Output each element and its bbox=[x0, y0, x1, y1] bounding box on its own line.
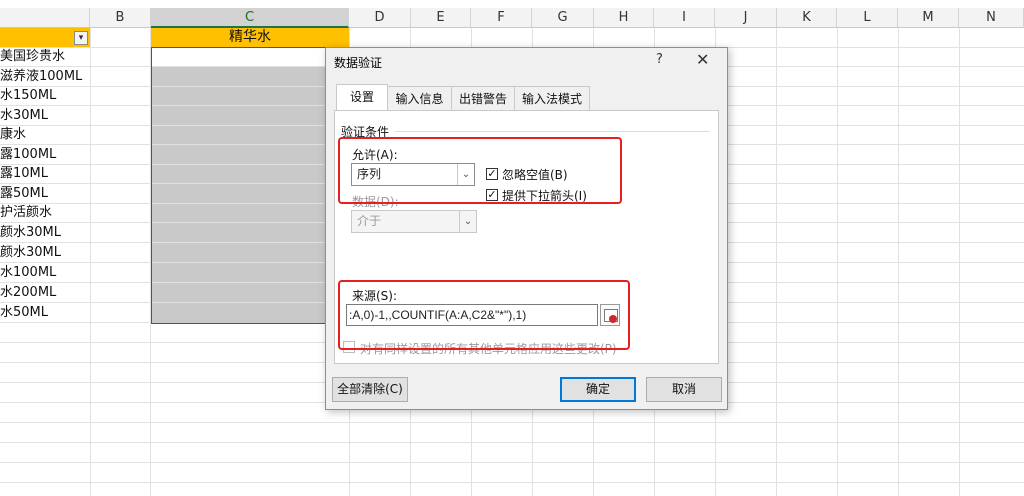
gridline bbox=[0, 462, 1024, 463]
ignore-blank-label: 忽略空值(B) bbox=[502, 168, 568, 182]
dialog-title: 数据验证 bbox=[334, 56, 383, 70]
cell-a-value[interactable]: 露50ML bbox=[0, 184, 89, 203]
gridline bbox=[152, 302, 348, 303]
data-validation-dialog: 数据验证 ? ✕ 设置 输入信息 出错警告 输入法模式 验证条件 允许(A): … bbox=[325, 47, 728, 410]
cell-a-value[interactable]: 水30ML bbox=[0, 106, 89, 125]
apply-all-label: 对有同样设置的所有其他单元格应用这些更改(P) bbox=[360, 342, 617, 356]
settings-panel: 验证条件 允许(A): 序列 ⌄ ✓ 忽略空值(B) ✓ 提供下拉箭头(I) 数… bbox=[334, 110, 719, 364]
cell-a-value[interactable]: 露10ML bbox=[0, 164, 89, 183]
tab-settings[interactable]: 设置 bbox=[336, 84, 388, 111]
column-header-g[interactable]: G bbox=[532, 8, 594, 28]
data-dropdown: 介于 ⌄ bbox=[351, 210, 477, 233]
source-formula-input[interactable]: :A,0)-1,,COUNTIF(A:A,C2&"*"),1) bbox=[346, 304, 598, 326]
column-header-c[interactable]: C bbox=[151, 8, 349, 28]
column-header-a[interactable] bbox=[0, 8, 90, 28]
tab-ime-mode[interactable]: 输入法模式 bbox=[514, 86, 590, 110]
chevron-down-icon: ⌄ bbox=[459, 211, 476, 232]
column-header-i[interactable]: I bbox=[654, 8, 715, 28]
gridline bbox=[152, 242, 348, 243]
column-header-m[interactable]: M bbox=[898, 8, 959, 28]
gridline bbox=[152, 66, 348, 67]
column-header-e[interactable]: E bbox=[411, 8, 471, 28]
column-header-l[interactable]: L bbox=[837, 8, 898, 28]
column-header-k[interactable]: K bbox=[777, 8, 837, 28]
cancel-button[interactable]: 取消 bbox=[646, 377, 722, 402]
column-header-n[interactable]: N bbox=[959, 8, 1024, 28]
tab-error-alert[interactable]: 出错警告 bbox=[451, 86, 515, 110]
cell-a-value[interactable]: 颜水30ML bbox=[0, 243, 89, 262]
column-header-f[interactable]: F bbox=[471, 8, 532, 28]
cell-a-value[interactable]: 露100ML bbox=[0, 145, 89, 164]
cell-a-value[interactable]: 水100ML bbox=[0, 263, 89, 282]
filter-dropdown-icon[interactable]: ▾ bbox=[74, 31, 88, 45]
cell-a-value[interactable]: 颜水30ML bbox=[0, 223, 89, 242]
gridline bbox=[152, 105, 348, 106]
gridline bbox=[152, 203, 348, 204]
group-divider bbox=[395, 131, 710, 132]
gridline bbox=[152, 222, 348, 223]
gridline bbox=[152, 164, 348, 165]
data-value: 介于 bbox=[357, 214, 382, 228]
arrow-glyph bbox=[609, 315, 617, 323]
cell-a-value[interactable]: 水150ML bbox=[0, 86, 89, 105]
ok-button[interactable]: 确定 bbox=[560, 377, 636, 402]
in-cell-dropdown-checkbox[interactable]: ✓ bbox=[486, 189, 498, 201]
column-header-b[interactable]: B bbox=[90, 8, 151, 28]
gridline bbox=[0, 482, 1024, 483]
validation-criteria-label: 验证条件 bbox=[341, 125, 390, 139]
cell-a-value[interactable]: 滋养液100ML bbox=[0, 67, 89, 86]
gridline bbox=[0, 442, 1024, 443]
gridline bbox=[152, 183, 348, 184]
cell-a-value[interactable]: 水50ML bbox=[0, 303, 89, 322]
help-icon[interactable]: ? bbox=[656, 52, 663, 67]
cell-a-value[interactable]: 美国珍贵水 bbox=[0, 47, 89, 66]
tab-input-message[interactable]: 输入信息 bbox=[387, 86, 452, 110]
gridline bbox=[152, 144, 348, 145]
data-label: 数据(D): bbox=[352, 195, 399, 209]
chevron-down-icon: ⌄ bbox=[457, 164, 474, 185]
cell-a-value[interactable]: 水200ML bbox=[0, 283, 89, 302]
column-header-h[interactable]: H bbox=[594, 8, 654, 28]
cell-a-value[interactable]: 护活颜水 bbox=[0, 203, 89, 222]
allow-dropdown[interactable]: 序列 ⌄ bbox=[351, 163, 475, 186]
allow-label: 允许(A): bbox=[352, 148, 398, 162]
in-cell-dropdown-label: 提供下拉箭头(I) bbox=[502, 189, 587, 203]
apply-all-checkbox bbox=[343, 341, 355, 353]
gridline bbox=[152, 125, 348, 126]
allow-value: 序列 bbox=[357, 167, 382, 181]
ignore-blank-checkbox[interactable]: ✓ bbox=[486, 168, 498, 180]
clear-all-button[interactable]: 全部清除(C) bbox=[332, 377, 408, 402]
gridline bbox=[152, 86, 348, 87]
column-c-header-cell[interactable]: 精华水 bbox=[151, 28, 349, 47]
gridline bbox=[152, 282, 348, 283]
active-cell-c2[interactable] bbox=[152, 48, 348, 66]
gridline bbox=[152, 262, 348, 263]
close-icon[interactable]: ✕ bbox=[696, 50, 709, 69]
source-label: 来源(S): bbox=[352, 289, 398, 303]
column-header-d[interactable]: D bbox=[349, 8, 411, 28]
gridline bbox=[0, 422, 1024, 423]
cell-a-value[interactable]: 康水 bbox=[0, 125, 89, 144]
range-select-icon[interactable] bbox=[600, 304, 620, 326]
column-header-j[interactable]: J bbox=[715, 8, 777, 28]
